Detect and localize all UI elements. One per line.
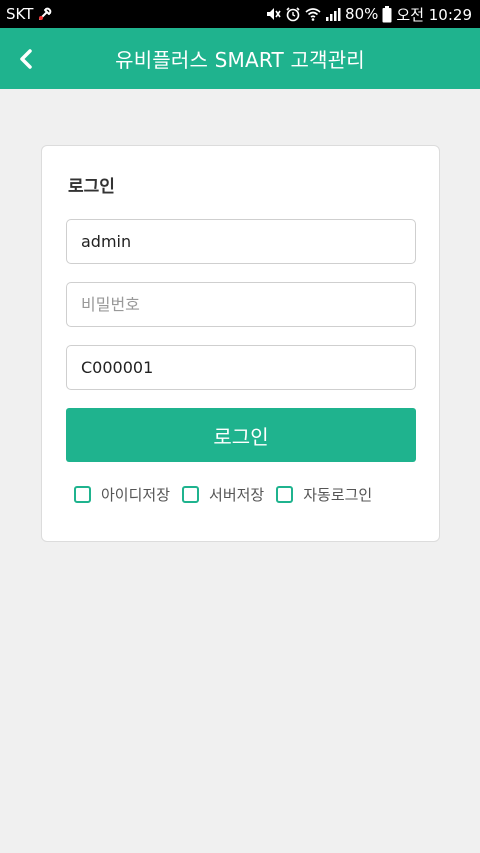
battery-icon (382, 4, 392, 24)
password-input[interactable] (66, 282, 416, 327)
clock: 오전 10:29 (396, 5, 472, 24)
mute-icon (265, 4, 281, 24)
save-id-label: 아이디저장 (101, 486, 171, 504)
page-title: 유비플러스 SMART 고객관리 (115, 48, 365, 72)
login-button[interactable]: 로그인 (66, 408, 416, 462)
status-bar: SKT 80% 오전 10:29 (0, 0, 480, 28)
auto-login-checkbox[interactable] (276, 486, 294, 503)
carrier-label: SKT (6, 5, 34, 23)
notification-icon (37, 4, 53, 24)
auto-login-option[interactable]: 자동로그인 (276, 484, 372, 505)
wifi-icon (305, 4, 321, 24)
auto-login-label: 자동로그인 (303, 486, 373, 504)
username-input[interactable] (66, 219, 416, 264)
save-id-checkbox[interactable] (74, 486, 91, 503)
save-server-option[interactable]: 서버저장 (182, 484, 264, 505)
alarm-icon (285, 4, 301, 24)
signal-icon (325, 4, 341, 24)
login-card-title: 로그인 (68, 177, 115, 197)
status-left: SKT (6, 4, 53, 24)
chevron-left-icon (20, 48, 32, 69)
save-id-option[interactable]: 아이디저장 (74, 484, 170, 505)
company-code-input[interactable] (66, 345, 416, 390)
app-bar: 유비플러스 SMART 고객관리 (0, 28, 480, 89)
login-options: 아이디저장 서버저장 자동로그인 (74, 484, 384, 505)
battery-percent: 80% (345, 5, 379, 23)
back-button[interactable] (10, 41, 40, 77)
login-card: 로그인 로그인 아이디저장 서버저장 자동로그인 (41, 145, 440, 542)
status-right: 80% 오전 10:29 (265, 4, 472, 25)
save-server-checkbox[interactable] (182, 486, 200, 503)
save-server-label: 서버저장 (209, 486, 265, 504)
